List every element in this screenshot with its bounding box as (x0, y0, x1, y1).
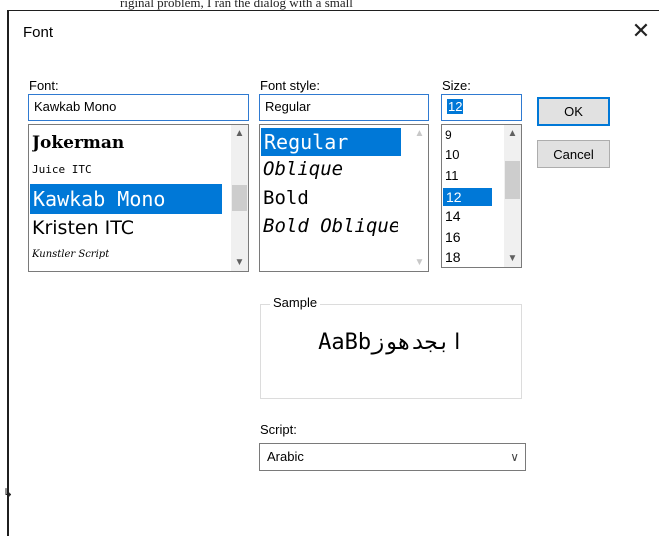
font-list-item[interactable]: Kristen ITC (32, 217, 134, 239)
chevron-down-icon: ▼ (414, 257, 425, 268)
font-list-item[interactable]: Kunstler Script (32, 249, 109, 260)
script-value: Arabic (267, 449, 304, 464)
font-list-item[interactable]: Juice ITC (32, 163, 92, 176)
font-style-item[interactable]: Oblique (263, 158, 343, 180)
chevron-up-icon[interactable]: ▲ (504, 125, 521, 142)
size-input[interactable]: 12 (441, 94, 522, 121)
font-list-item-selected[interactable]: Kawkab Mono (30, 184, 222, 214)
font-style-item[interactable]: Bold (263, 187, 309, 209)
ok-button[interactable]: OK (537, 97, 610, 126)
scrollbar-thumb[interactable] (232, 185, 247, 211)
chevron-down-icon[interactable]: ▼ (504, 250, 521, 267)
font-style-scrollbar[interactable]: ▲ ▼ (411, 125, 428, 271)
font-list-item[interactable]: Jokerman (32, 133, 124, 153)
script-dropdown[interactable]: Arabic ∨ (259, 443, 526, 471)
size-input-value: 12 (447, 99, 464, 114)
chevron-down-icon: ∨ (510, 450, 519, 464)
font-label: Font: (29, 78, 59, 93)
size-list-item[interactable]: 9 (445, 129, 452, 141)
size-list-scrollbar[interactable]: ▲ ▼ (504, 125, 521, 267)
font-style-label: Font style: (260, 78, 320, 93)
background-glyph-fragment: ↳ (3, 486, 14, 500)
font-list[interactable]: Jokerman Juice ITC Kawkab Mono Kristen I… (28, 124, 249, 272)
size-list-item[interactable]: 18 (445, 249, 461, 265)
background-text-fragment: riginal problem, I ran the dialog with a… (120, 0, 353, 10)
font-style-input[interactable]: Regular (259, 94, 429, 121)
close-icon[interactable]: ✕ (630, 18, 652, 43)
chevron-down-icon[interactable]: ▼ (231, 254, 248, 271)
chevron-up-icon: ▲ (414, 128, 425, 139)
size-label: Size: (442, 78, 471, 93)
size-list[interactable]: 9 10 11 12 14 16 18 ▲ ▼ (441, 124, 522, 268)
size-list-item[interactable]: 16 (445, 229, 461, 245)
window-left-border (7, 10, 9, 536)
font-style-item-selected[interactable]: Regular (261, 128, 401, 156)
size-list-item[interactable]: 14 (445, 209, 461, 224)
scrollbar-thumb[interactable] (505, 161, 520, 199)
font-style-item[interactable]: Bold Oblique (263, 215, 398, 237)
dialog-title: Font (23, 24, 54, 41)
script-label: Script: (260, 422, 297, 437)
font-list-scrollbar[interactable]: ▲ ▼ (231, 125, 248, 271)
cancel-button[interactable]: Cancel (537, 140, 610, 168)
size-list-item[interactable]: 10 (445, 148, 459, 162)
font-style-list[interactable]: Regular Oblique Bold Bold Oblique ▲ ▼ (259, 124, 429, 272)
window-top-border (7, 10, 659, 11)
size-list-item[interactable]: 11 (445, 168, 459, 183)
chevron-up-icon[interactable]: ▲ (231, 125, 248, 142)
sample-preview: AaBbابجدهوز (318, 330, 464, 355)
sample-label: Sample (270, 295, 321, 310)
font-name-input[interactable]: Kawkab Mono (28, 94, 249, 121)
size-list-item-selected[interactable]: 12 (443, 188, 492, 206)
